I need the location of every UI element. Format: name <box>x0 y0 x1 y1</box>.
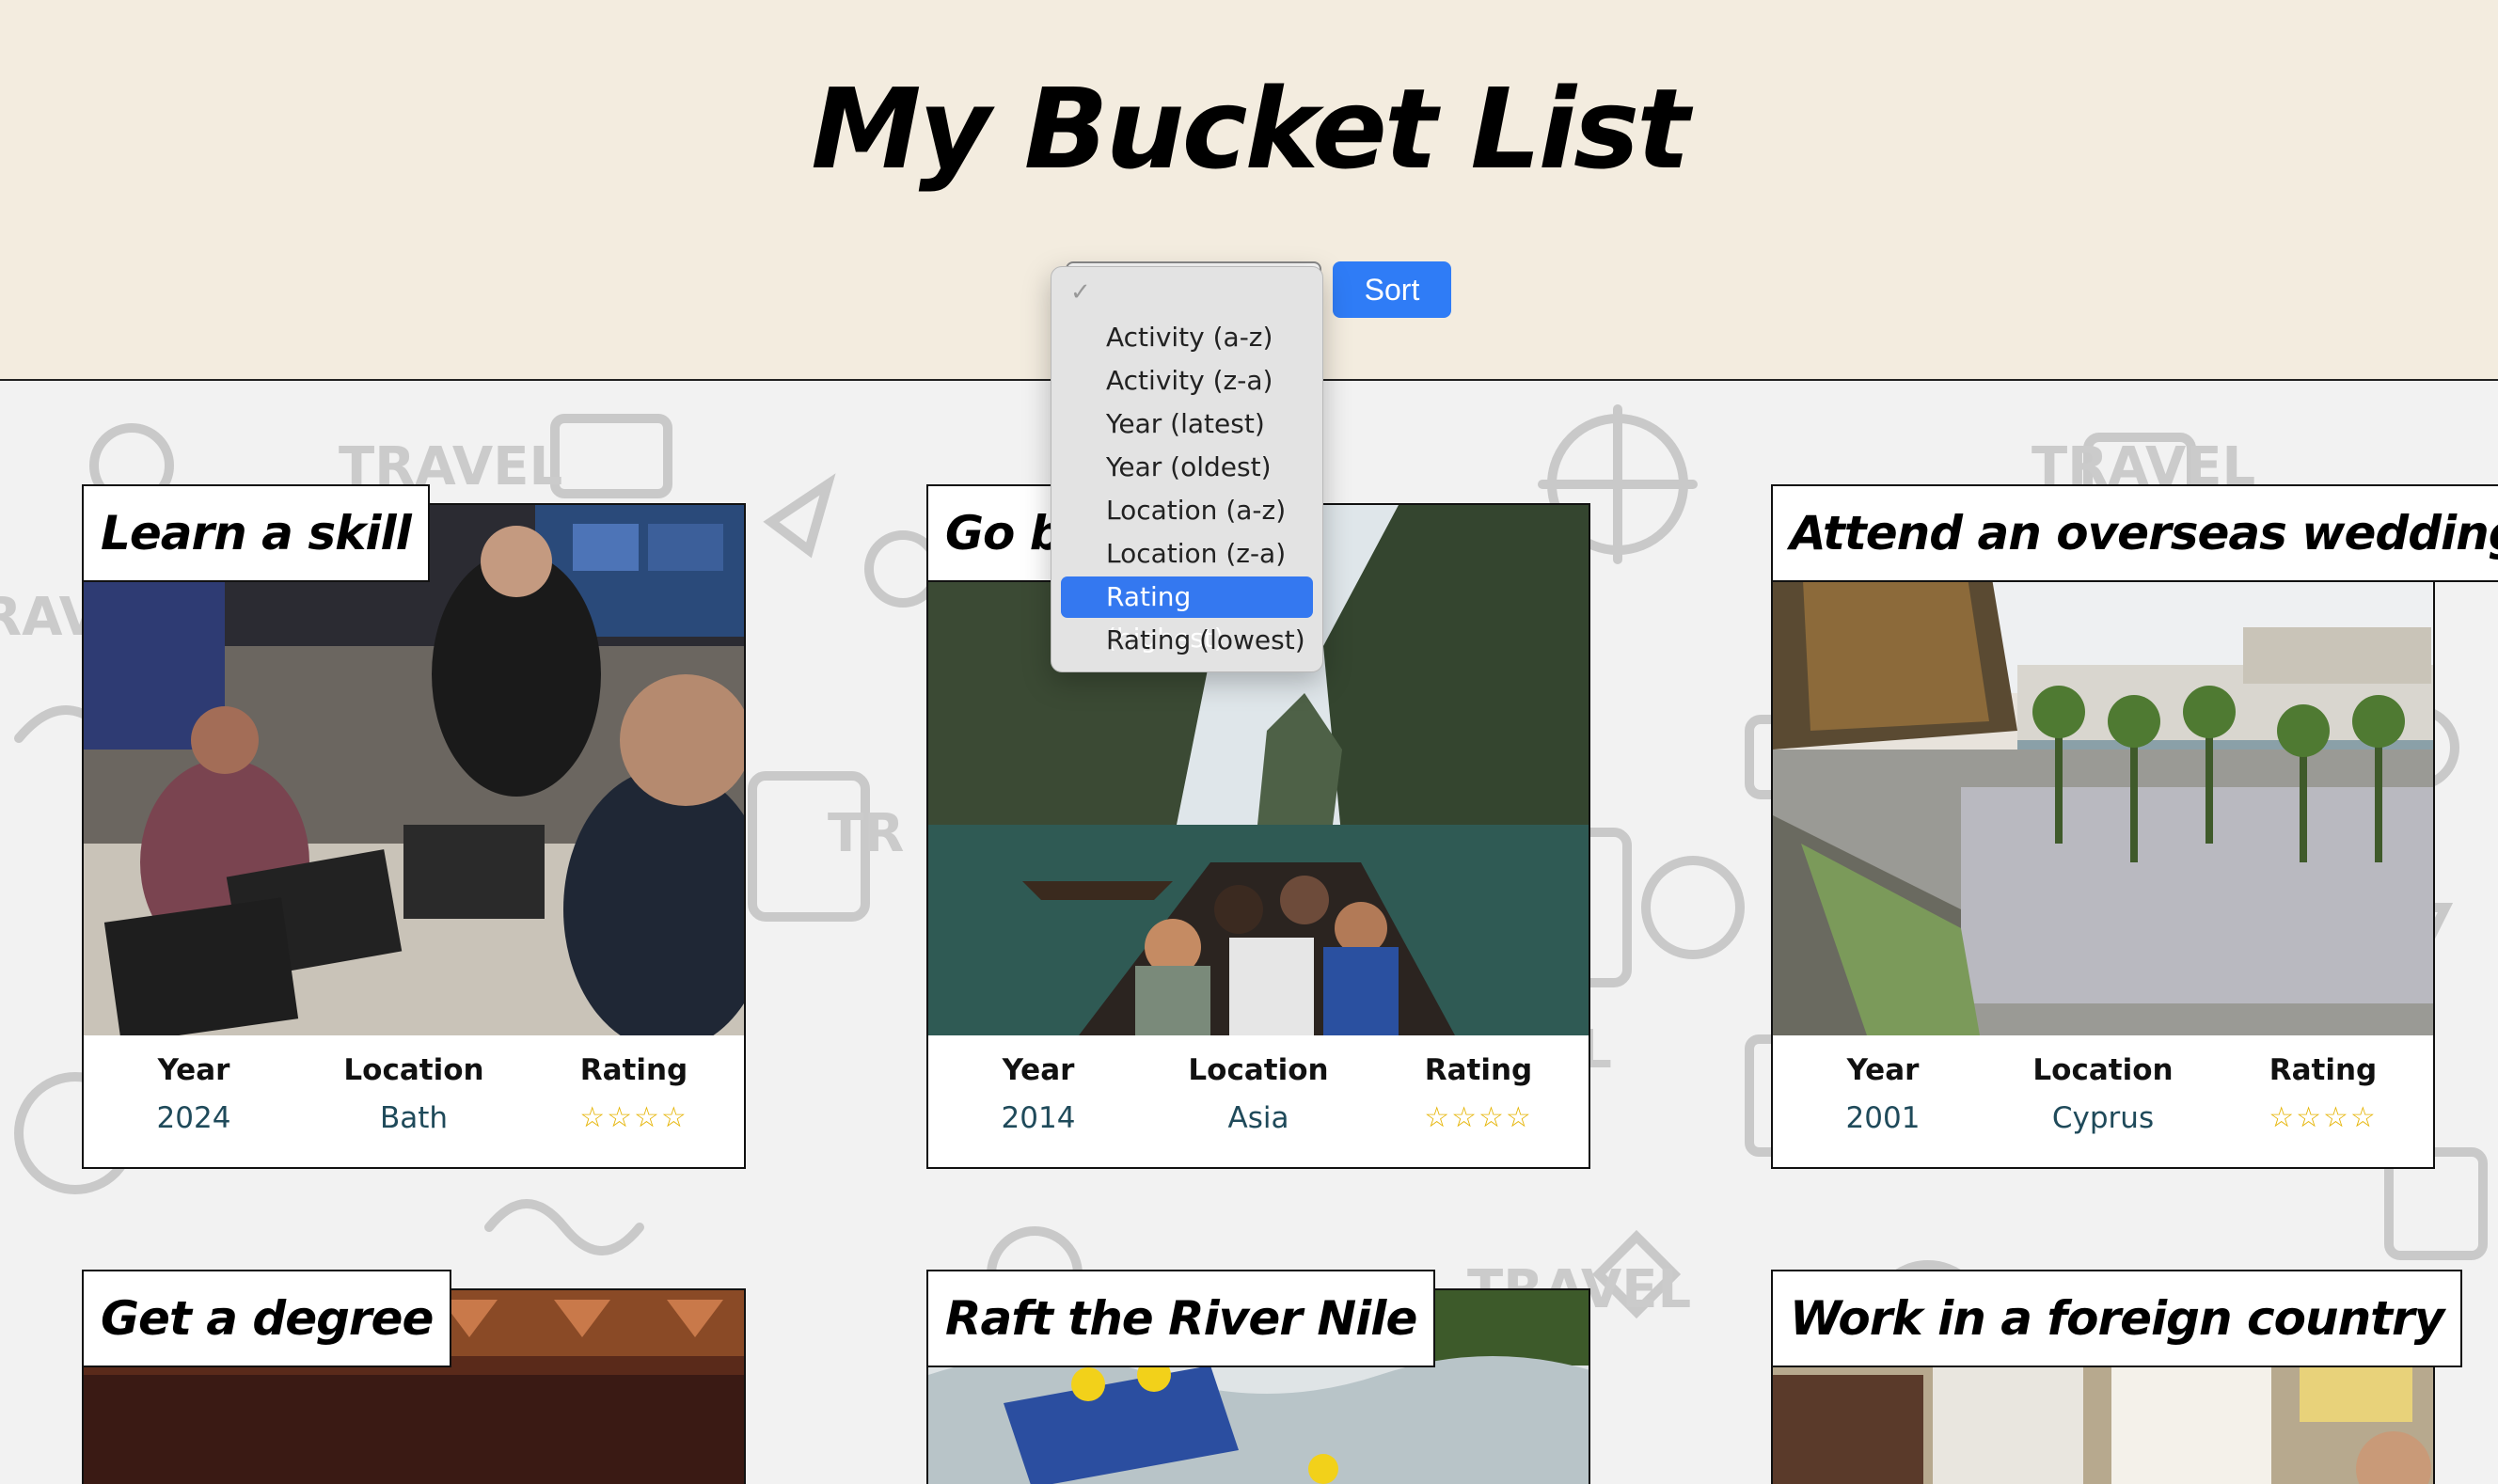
location-value: Bath <box>379 1101 449 1135</box>
year-label: Year <box>157 1053 230 1087</box>
checkmark-icon: ✓ <box>1070 278 1091 307</box>
rating-stars: ☆☆☆☆ <box>2269 1101 2378 1134</box>
location-value: Asia <box>1227 1101 1289 1135</box>
card-title: Get a degree <box>82 1270 452 1367</box>
location-label: Location <box>343 1053 484 1087</box>
bucket-card[interactable]: Get a degree <box>82 1270 746 1484</box>
sort-option-activity-az[interactable]: Activity (a-z) <box>1061 317 1313 358</box>
sort-option-location-az[interactable]: Location (a-z) <box>1061 490 1313 531</box>
card-photo <box>84 505 744 1035</box>
rating-label: Rating <box>579 1053 688 1087</box>
year-label: Year <box>1002 1053 1075 1087</box>
sort-dropdown-menu[interactable]: ✓ Activity (a-z) Activity (z-a) Year (la… <box>1051 266 1323 672</box>
sort-option-location-za[interactable]: Location (z-a) <box>1061 533 1313 575</box>
bucket-card[interactable]: Work in a foreign country <box>1771 1270 2463 1484</box>
year-value: 2024 <box>156 1101 231 1135</box>
year-label: Year <box>1846 1053 1920 1087</box>
sort-option-year-latest[interactable]: Year (latest) <box>1061 403 1313 445</box>
card-title: Raft the River Nile <box>926 1270 1436 1367</box>
bucket-card[interactable]: Learn a skill Year 2024 Location Bath Ra… <box>82 484 746 1169</box>
card-info: Year 2014 Location Asia Rating ☆☆☆☆ <box>928 1035 1589 1167</box>
card-photo <box>1773 505 2433 1035</box>
card-info: Year 2024 Location Bath Rating ☆☆☆☆ <box>84 1035 744 1167</box>
svg-text:TR: TR <box>828 803 904 864</box>
sort-option-rating-highest[interactable]: Rating (highest) <box>1061 576 1313 654</box>
location-label: Location <box>2032 1053 2174 1087</box>
card-title: Attend an overseas wedding <box>1771 484 2498 582</box>
page-title: My Bucket List <box>811 64 1689 194</box>
sort-option-activity-za[interactable]: Activity (z-a) <box>1061 360 1313 402</box>
sort-button[interactable]: Sort <box>1333 261 1451 318</box>
sort-option-year-oldest[interactable]: Year (oldest) <box>1061 447 1313 488</box>
year-value: 2014 <box>1001 1101 1076 1135</box>
location-value: Cyprus <box>2051 1101 2155 1135</box>
rating-stars: ☆☆☆☆ <box>1424 1101 1533 1134</box>
card-info: Year 2001 Location Cyprus Rating ☆☆☆☆ <box>1773 1035 2433 1167</box>
bucket-card[interactable]: Raft the River Nile <box>926 1270 1590 1484</box>
card-title: Work in a foreign country <box>1771 1270 2463 1367</box>
card-title: Learn a skill <box>82 484 430 582</box>
bucket-card[interactable]: Attend an overseas wedding Year 2001 Loc… <box>1771 484 2498 1169</box>
rating-label: Rating <box>2269 1053 2378 1087</box>
year-value: 2001 <box>1845 1101 1921 1135</box>
rating-stars: ☆☆☆☆ <box>579 1101 688 1134</box>
location-label: Location <box>1188 1053 1329 1087</box>
rating-label: Rating <box>1424 1053 1533 1087</box>
sort-option-rating-lowest[interactable]: Rating (lowest) <box>1061 620 1313 661</box>
